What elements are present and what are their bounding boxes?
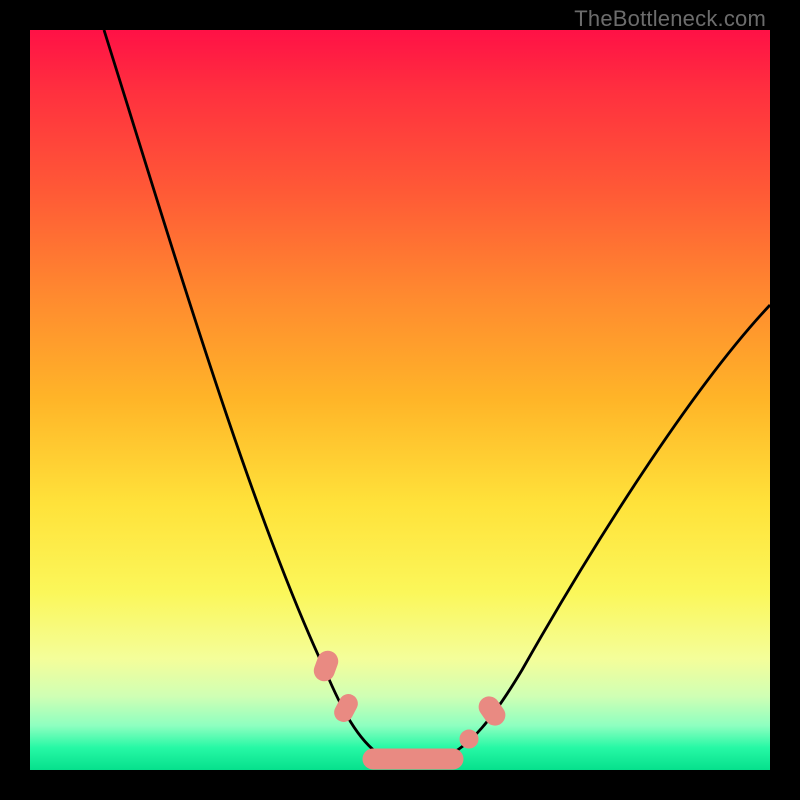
segment-bottom: [363, 749, 463, 769]
chart-frame: TheBottleneck.com: [0, 0, 800, 800]
dot-right-lower: [460, 730, 478, 748]
bottleneck-curve: [104, 30, 770, 762]
plot-area: [30, 30, 770, 770]
watermark-text: TheBottleneck.com: [574, 6, 766, 32]
curve-svg: [30, 30, 770, 770]
marker-group: [311, 648, 508, 769]
segment-left-upper: [311, 648, 340, 683]
